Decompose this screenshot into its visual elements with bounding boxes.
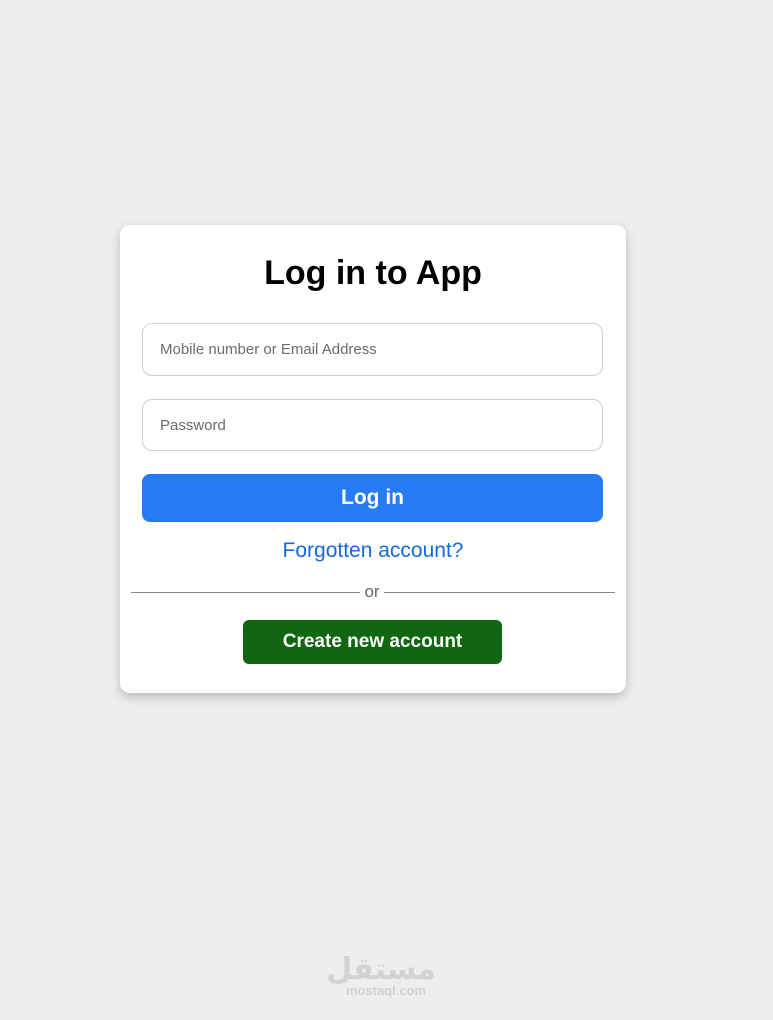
login-card: Log in to App Log in Forgotten account? … [120, 225, 626, 693]
page-title: Log in to App [264, 254, 482, 292]
divider-label: or [364, 582, 380, 601]
watermark-site: mostaql.com [345, 983, 427, 998]
create-account-button[interactable]: Create new account [243, 620, 502, 664]
or-divider: or [131, 582, 615, 602]
forgot-account-link[interactable]: Forgotten account? [120, 537, 626, 565]
divider-line-left [131, 592, 360, 593]
password-field[interactable] [142, 399, 603, 451]
divider-line-right [384, 592, 615, 593]
watermark-logo: مستقل mostaql.com [326, 952, 436, 998]
email-field[interactable] [142, 323, 603, 376]
login-button[interactable]: Log in [142, 474, 603, 522]
